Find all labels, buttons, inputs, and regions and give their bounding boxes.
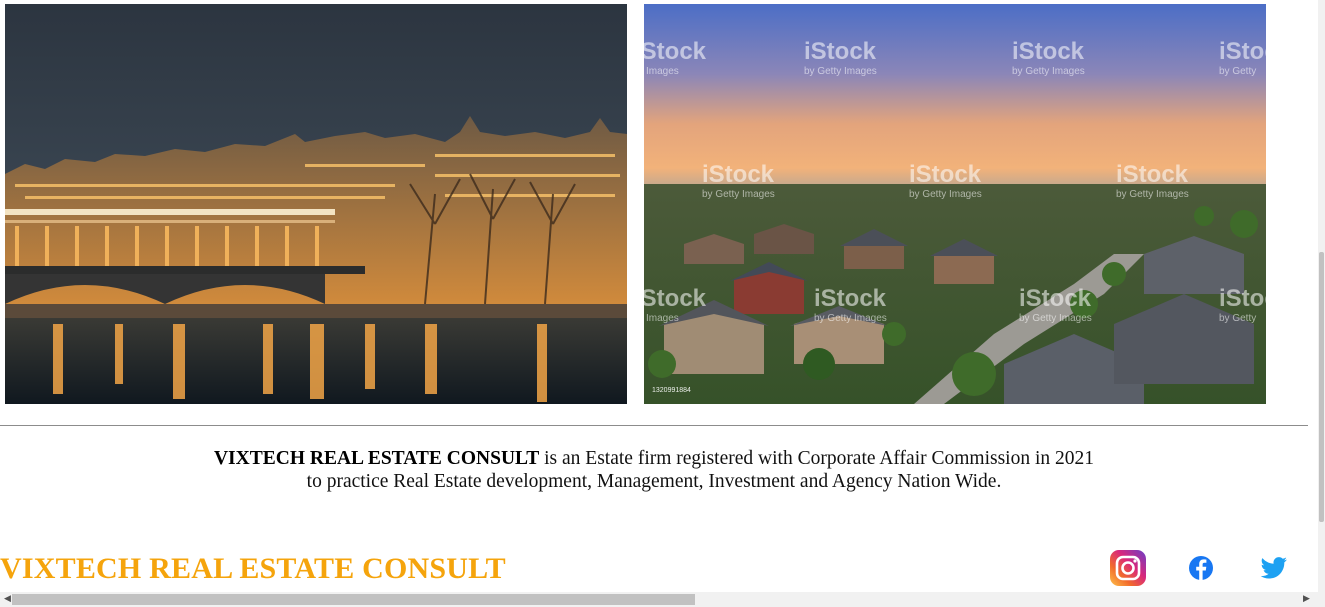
footer-brand: VIXTECH REAL ESTATE CONSULT [0,552,506,585]
svg-text:by Getty Images: by Getty Images [814,313,887,324]
svg-text:iStock: iStock [804,38,877,65]
about-line-1: VIXTECH REAL ESTATE CONSULT is an Estate… [0,447,1308,470]
paris-photo [5,4,627,404]
svg-text:iStock: iStock [702,161,775,188]
svg-text:by Getty Images: by Getty Images [909,189,982,200]
svg-text:iStock: iStock [1019,285,1092,312]
page: iStock iStock iStock iStock iStock iStoc… [0,0,1318,592]
instagram-icon [1108,550,1148,592]
svg-text:iStock: iStock [644,285,707,312]
svg-text:iStock: iStock [1219,285,1266,312]
divider [0,425,1308,426]
svg-text:by Getty Images: by Getty Images [1012,66,1085,77]
horizontal-scrollbar[interactable]: ◀ ▶ [0,592,1325,607]
svg-text:by Getty Images: by Getty Images [1116,189,1189,200]
horizontal-scrollbar-thumb[interactable] [12,594,695,605]
svg-text:iStock: iStock [1012,38,1085,65]
about-line-1-rest: is an Estate firm registered with Corpor… [539,448,1095,469]
twitter-icon [1259,557,1289,592]
svg-text:Images: Images [646,66,679,77]
stock-id-label: 1320991884 [652,387,691,394]
svg-text:by Getty Images: by Getty Images [702,189,775,200]
facebook-link[interactable] [1188,548,1214,588]
svg-text:iStock: iStock [814,285,887,312]
about-company-name: VIXTECH REAL ESTATE CONSULT [213,448,540,469]
facebook-icon [1188,556,1214,592]
vertical-scrollbar[interactable] [1318,0,1325,592]
about-line-2: to practice Real Estate development, Man… [306,471,1002,492]
vertical-scrollbar-thumb[interactable] [1319,252,1324,522]
svg-text:iStock: iStock [909,161,982,188]
svg-text:iStock: iStock [1116,161,1189,188]
svg-text:Images: Images [646,313,679,324]
about-text: VIXTECH REAL ESTATE CONSULT is an Estate… [0,447,1308,493]
svg-text:iStock: iStock [644,38,707,65]
svg-text:by Getty Images: by Getty Images [1019,313,1092,324]
scroll-right-arrow-icon[interactable]: ▶ [1299,592,1314,607]
svg-text:iStock: iStock [1219,38,1266,65]
svg-text:by Getty: by Getty [1219,66,1256,77]
svg-text:by Getty Images: by Getty Images [804,66,877,77]
svg-text:by Getty: by Getty [1219,313,1256,324]
instagram-link[interactable] [1108,548,1148,588]
suburb-photo: iStock iStock iStock iStock iStock iStoc… [644,4,1266,404]
twitter-link[interactable] [1259,548,1289,588]
